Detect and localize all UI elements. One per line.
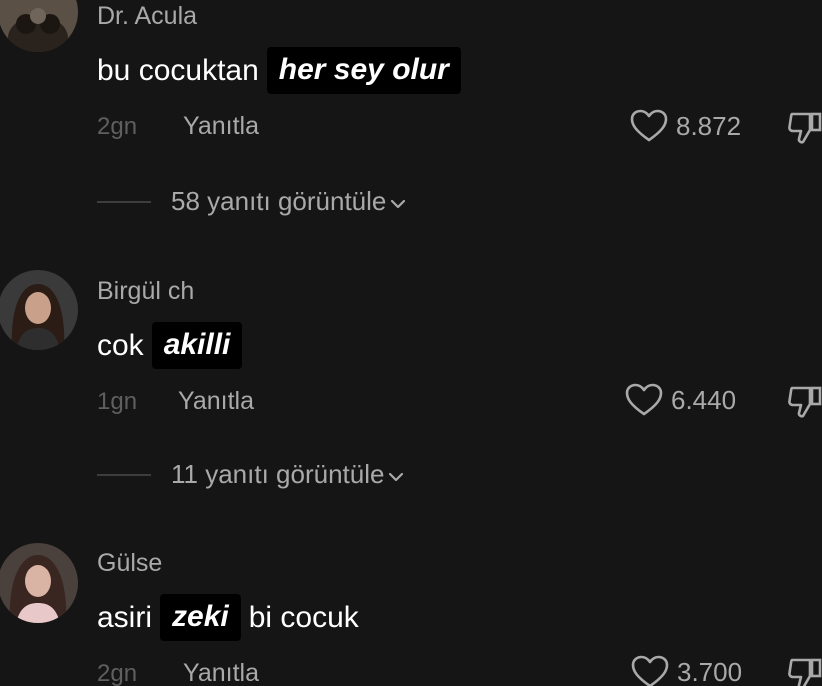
dislike-button[interactable] bbox=[788, 384, 822, 425]
comments-screen: Dr. Acula bu cocuktan her sey olur 2gn Y… bbox=[0, 0, 822, 686]
comment-username[interactable]: Birgül ch bbox=[97, 277, 194, 306]
like-count: 3.700 bbox=[677, 656, 743, 686]
chevron-down-icon bbox=[391, 199, 406, 208]
divider bbox=[97, 200, 151, 203]
avatar[interactable] bbox=[0, 543, 78, 623]
thumbs-down-icon bbox=[788, 658, 822, 686]
comment-text: cok akilli bbox=[97, 322, 250, 369]
reply-button[interactable]: Yanıtla bbox=[178, 387, 254, 416]
comment-highlight: her sey olur bbox=[266, 47, 461, 94]
comment-text-after: bi cocuk bbox=[248, 600, 359, 634]
comment-time: 2gn bbox=[97, 660, 138, 686]
comment-username[interactable]: Dr. Acula bbox=[97, 2, 197, 31]
like-button[interactable]: 3.700 bbox=[631, 655, 742, 686]
comment-highlight: zeki bbox=[160, 594, 241, 641]
reply-button[interactable]: Yanıtla bbox=[183, 659, 259, 686]
heart-icon bbox=[630, 109, 668, 142]
view-replies-button[interactable]: 11 yanıtı görüntüle bbox=[97, 459, 404, 490]
dislike-button[interactable] bbox=[788, 656, 822, 686]
comment-text-before: asiri bbox=[97, 600, 153, 634]
heart-icon bbox=[625, 383, 663, 416]
comment-highlight: akilli bbox=[151, 322, 243, 369]
thumbs-down-icon bbox=[788, 112, 822, 144]
comment-text-before: bu cocuktan bbox=[97, 53, 259, 87]
comment-time: 1gn bbox=[97, 388, 138, 415]
reply-button[interactable]: Yanıtla bbox=[183, 112, 259, 141]
thumbs-down-icon bbox=[788, 386, 822, 418]
comment-text: asiri zeki bi cocuk bbox=[97, 594, 359, 641]
dislike-button[interactable] bbox=[788, 110, 822, 151]
view-replies-label: 11 yanıtı görüntüle bbox=[171, 459, 385, 489]
heart-icon bbox=[631, 655, 669, 686]
comment-time: 2gn bbox=[97, 113, 138, 140]
like-button[interactable]: 6.440 bbox=[625, 383, 736, 417]
avatar[interactable] bbox=[0, 0, 78, 52]
like-count: 8.872 bbox=[676, 110, 742, 141]
comment-text-before: cok bbox=[97, 328, 144, 362]
view-replies-label: 58 yanıtı görüntüle bbox=[171, 186, 387, 216]
avatar[interactable] bbox=[0, 270, 78, 350]
view-replies-button[interactable]: 58 yanıtı görüntüle bbox=[97, 186, 406, 217]
comment-username[interactable]: Gülse bbox=[97, 549, 162, 578]
like-button[interactable]: 8.872 bbox=[630, 109, 741, 143]
comment-text: bu cocuktan her sey olur bbox=[97, 47, 469, 94]
divider bbox=[97, 473, 151, 476]
like-count: 6.440 bbox=[671, 384, 737, 415]
chevron-down-icon bbox=[389, 472, 404, 481]
